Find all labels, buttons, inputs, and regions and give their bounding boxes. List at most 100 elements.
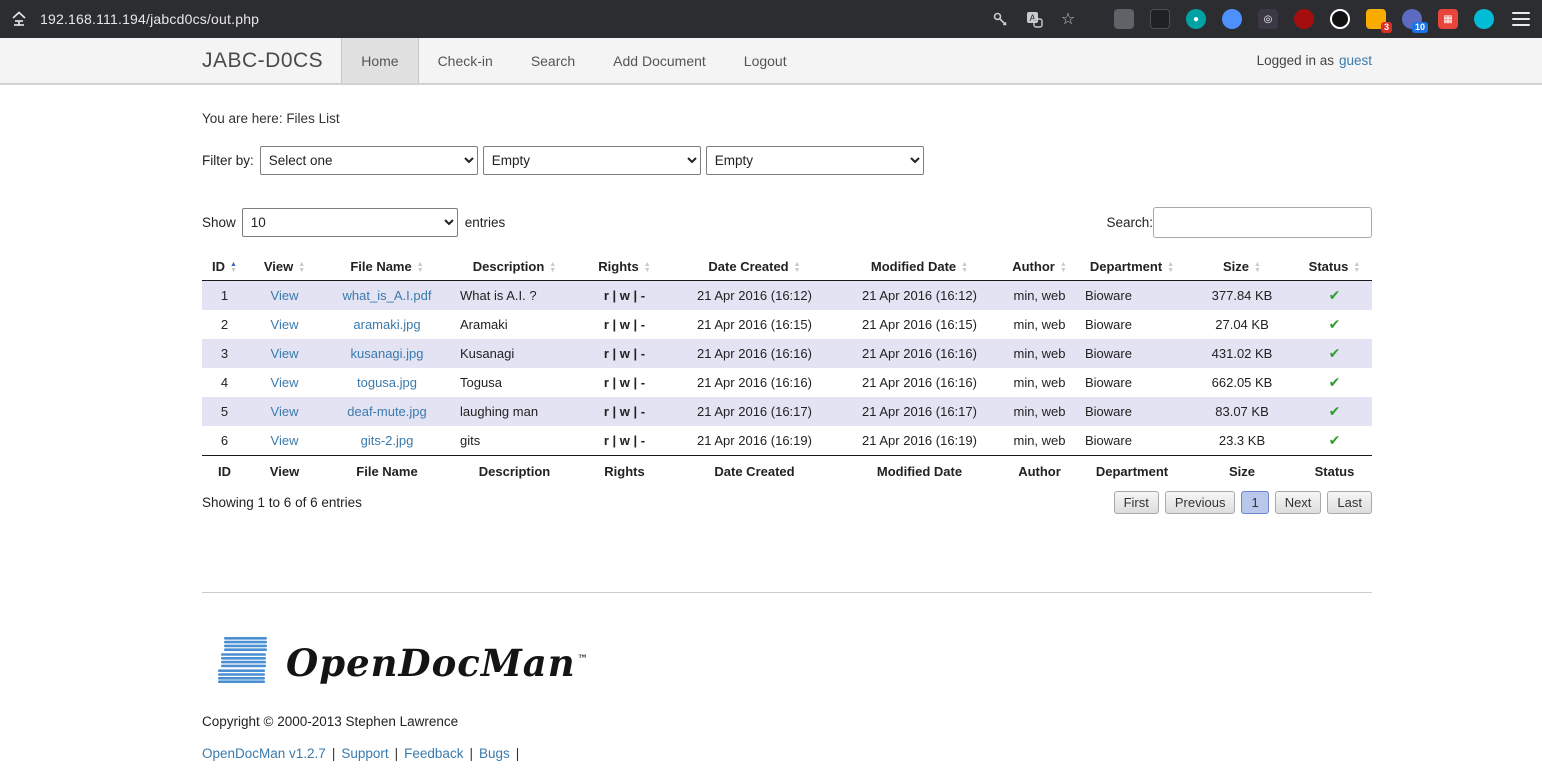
cell-date-created: 21 Apr 2016 (16:16)	[672, 339, 837, 368]
column-header-id[interactable]: ID▲▼	[202, 253, 247, 281]
sort-icons[interactable]: ▲▼	[1254, 262, 1261, 274]
tab-search[interactable]: Search	[512, 38, 594, 83]
tab-logout[interactable]: Logout	[725, 38, 806, 83]
column-header-view[interactable]: View▲▼	[247, 253, 322, 281]
browser-menu-icon[interactable]	[1512, 12, 1530, 26]
next-page-button[interactable]: Next	[1275, 491, 1322, 514]
file-link[interactable]: deaf-mute.jpg	[347, 404, 427, 419]
first-page-button[interactable]: First	[1114, 491, 1159, 514]
sort-icons[interactable]: ▲▼	[230, 262, 237, 274]
extensions-row: ● ◎ 3 10 ▦	[1098, 9, 1530, 29]
bookmark-star-icon[interactable]: ☆	[1056, 7, 1080, 31]
pagination: First Previous 1 Next Last	[1108, 491, 1372, 514]
cell-date-created: 21 Apr 2016 (16:12)	[672, 281, 837, 311]
sort-icons[interactable]: ▲▼	[298, 262, 305, 274]
column-header-label: Department	[1090, 259, 1162, 274]
cell-size: 431.02 KB	[1187, 339, 1297, 368]
view-link[interactable]: View	[271, 433, 299, 448]
sort-desc-icon[interactable]: ▼	[644, 268, 651, 274]
table-row: 6 View gits-2.jpg gits r | w | - 21 Apr …	[202, 426, 1372, 456]
cell-description: Kusanagi	[452, 339, 577, 368]
previous-page-button[interactable]: Previous	[1165, 491, 1236, 514]
search-wrap: Search:	[1106, 207, 1372, 238]
column-header-modified-date[interactable]: Modified Date▲▼	[837, 253, 1002, 281]
extension-purple-icon[interactable]: 10	[1402, 9, 1422, 29]
extension-cloud-icon[interactable]	[1114, 9, 1134, 29]
sort-icons[interactable]: ▲▼	[644, 262, 651, 274]
url-text[interactable]: 192.168.111.194/jabcd0cs/out.php	[40, 11, 259, 27]
extension-pin-icon[interactable]: ●	[1186, 9, 1206, 29]
cell-date-created: 21 Apr 2016 (16:19)	[672, 426, 837, 456]
password-key-icon[interactable]	[988, 7, 1012, 31]
file-link[interactable]: togusa.jpg	[357, 375, 417, 390]
column-header-size[interactable]: Size▲▼	[1187, 253, 1297, 281]
sort-icons[interactable]: ▲▼	[794, 262, 801, 274]
sort-desc-icon[interactable]: ▼	[417, 268, 424, 274]
bugs-link[interactable]: Bugs	[479, 746, 510, 761]
extension-camera-icon[interactable]: ◎	[1258, 9, 1278, 29]
page-1-button[interactable]: 1	[1241, 491, 1268, 514]
view-link[interactable]: View	[271, 288, 299, 303]
tab-home[interactable]: Home	[341, 38, 418, 83]
tab-check-in[interactable]: Check-in	[419, 38, 512, 83]
status-check-icon: ✔	[1297, 339, 1372, 368]
sort-icons[interactable]: ▲▼	[549, 262, 556, 274]
filter-select-3[interactable]: Empty	[706, 146, 924, 175]
filter-select-2[interactable]: Empty	[483, 146, 701, 175]
sort-icons[interactable]: ▲▼	[1167, 262, 1174, 274]
support-link[interactable]: Support	[341, 746, 388, 761]
view-link[interactable]: View	[271, 375, 299, 390]
extension-drop-icon[interactable]	[1222, 9, 1242, 29]
sort-icons[interactable]: ▲▼	[961, 262, 968, 274]
search-input[interactable]	[1153, 207, 1372, 238]
extension-grid-icon[interactable]: ▦	[1438, 9, 1458, 29]
sort-desc-icon[interactable]: ▼	[1254, 268, 1261, 274]
column-header-department[interactable]: Department ▲▼	[1077, 253, 1187, 281]
column-header-rights[interactable]: Rights▲▼	[577, 253, 672, 281]
column-header-status[interactable]: Status▲▼	[1297, 253, 1372, 281]
column-header-date-created[interactable]: Date Created▲▼	[672, 253, 837, 281]
site-icon[interactable]	[8, 8, 30, 30]
view-link[interactable]: View	[271, 317, 299, 332]
view-link[interactable]: View	[271, 346, 299, 361]
extension-flask-icon[interactable]	[1150, 9, 1170, 29]
sort-desc-icon[interactable]: ▼	[230, 268, 237, 274]
sort-desc-icon[interactable]: ▼	[794, 268, 801, 274]
cell-id: 1	[202, 281, 247, 311]
extension-orange-icon[interactable]: 3	[1366, 9, 1386, 29]
extension-ring-icon[interactable]	[1330, 9, 1350, 29]
footer-links: OpenDocMan v1.2.7|Support|Feedback|Bugs|	[202, 746, 1372, 761]
table-header-row: ID▲▼ View▲▼ File Name▲▼ Description▲▼ Ri…	[202, 253, 1372, 281]
sort-desc-icon[interactable]: ▼	[549, 268, 556, 274]
last-page-button[interactable]: Last	[1327, 491, 1372, 514]
cell-date-created: 21 Apr 2016 (16:15)	[672, 310, 837, 339]
logged-in-user-link[interactable]: guest	[1339, 53, 1372, 68]
feedback-link[interactable]: Feedback	[404, 746, 463, 761]
sort-desc-icon[interactable]: ▼	[1167, 268, 1174, 274]
sort-desc-icon[interactable]: ▼	[1353, 268, 1360, 274]
sort-icons[interactable]: ▲▼	[417, 262, 424, 274]
file-link[interactable]: aramaki.jpg	[353, 317, 420, 332]
file-link[interactable]: what_is_A.I.pdf	[343, 288, 432, 303]
sort-icons[interactable]: ▲▼	[1353, 262, 1360, 274]
extension-red-circle-icon[interactable]	[1294, 9, 1314, 29]
file-link[interactable]: gits-2.jpg	[361, 433, 414, 448]
translate-icon[interactable]: A	[1022, 7, 1046, 31]
sort-desc-icon[interactable]: ▼	[1060, 268, 1067, 274]
filter-select-1[interactable]: Select one	[260, 146, 478, 175]
column-header-description[interactable]: Description▲▼	[452, 253, 577, 281]
version-link[interactable]: OpenDocMan v1.2.7	[202, 746, 326, 761]
cell-modified-date: 21 Apr 2016 (16:17)	[837, 397, 1002, 426]
show-entries-select[interactable]: 10	[242, 208, 458, 237]
extension-swirl-icon[interactable]	[1474, 9, 1494, 29]
column-header-file-name[interactable]: File Name▲▼	[322, 253, 452, 281]
sort-desc-icon[interactable]: ▼	[298, 268, 305, 274]
view-link[interactable]: View	[271, 404, 299, 419]
tab-add-document[interactable]: Add Document	[594, 38, 725, 83]
sort-icons[interactable]: ▲▼	[1060, 262, 1067, 274]
column-header-author[interactable]: Author▲▼	[1002, 253, 1077, 281]
sort-desc-icon[interactable]: ▼	[961, 268, 968, 274]
file-link[interactable]: kusanagi.jpg	[351, 346, 424, 361]
main-content: You are here: Files List Filter by: Sele…	[202, 111, 1372, 761]
entries-summary: Showing 1 to 6 of 6 entries	[202, 495, 362, 510]
